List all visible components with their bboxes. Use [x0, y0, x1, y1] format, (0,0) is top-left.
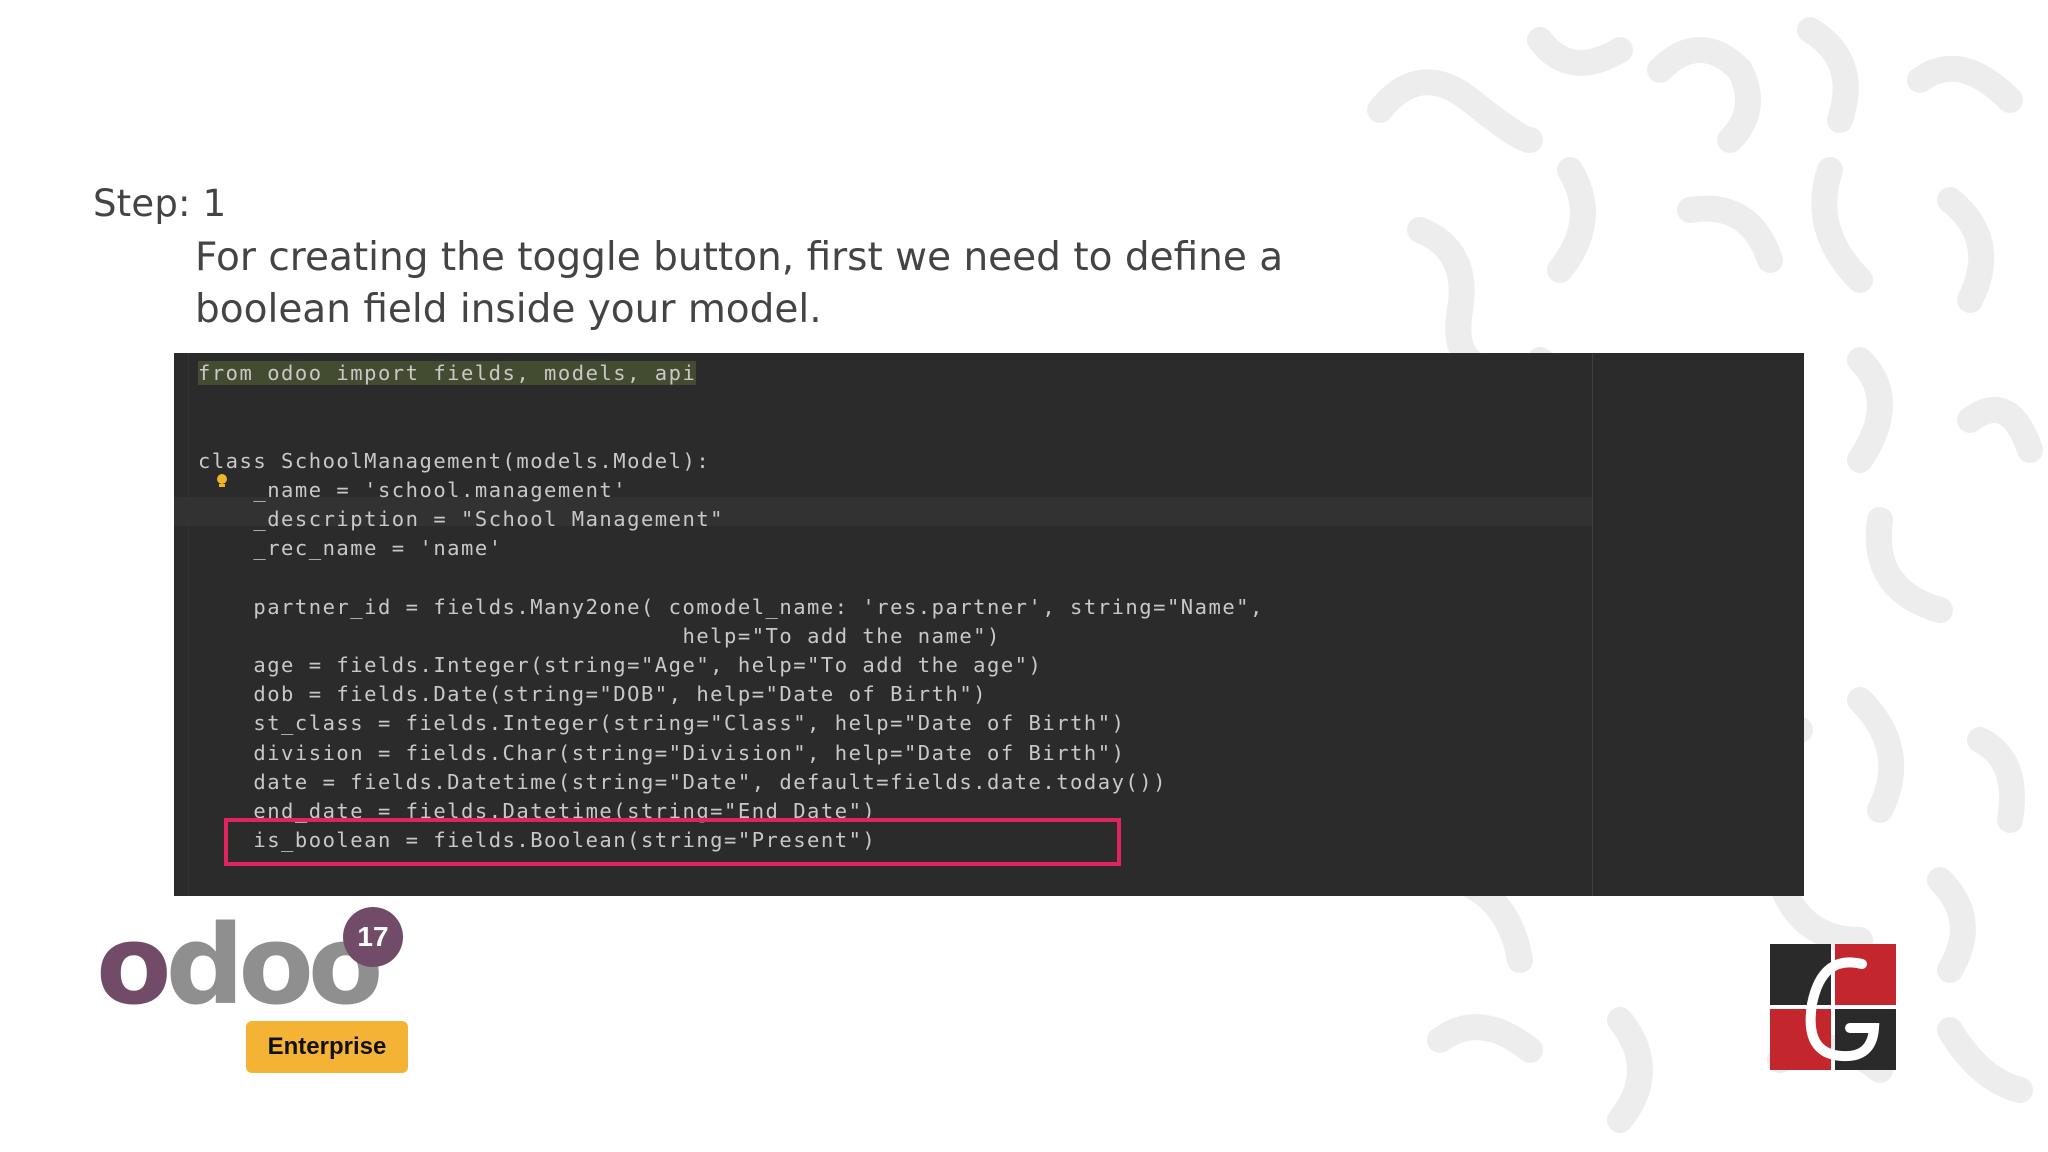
- code-line-division: division = fields.Char(string="Division"…: [253, 740, 1126, 765]
- step-description: For creating the toggle button, first we…: [195, 235, 1284, 332]
- editor-split-divider: [1592, 353, 1593, 896]
- company-logo: [1770, 944, 1896, 1070]
- code-line-name: _name = 'school.management': [253, 477, 628, 502]
- version-badge: 17: [343, 907, 403, 967]
- code-line-st-class: st_class = fields.Integer(string="Class"…: [253, 711, 1126, 736]
- code-editor-screenshot: from odoo import fields, models, api cla…: [174, 353, 1804, 896]
- code-block: from odoo import fields, models, api cla…: [198, 359, 1264, 855]
- code-line-date: date = fields.Datetime(string="Date", de…: [253, 769, 1167, 794]
- code-line-description: _description = "School Management": [253, 507, 725, 532]
- code-line-import: from odoo import fields, models, api: [198, 361, 697, 385]
- code-line-partner-id: partner_id = fields.Many2one( comodel_na…: [253, 594, 1264, 619]
- editor-gutter: [188, 353, 189, 896]
- odoo-logo: odoo 17 Enterprise: [96, 905, 416, 1075]
- odoo-wordmark: odoo: [96, 901, 383, 1029]
- step-title: Step: 1: [93, 182, 227, 225]
- code-line-dob: dob = fields.Date(string="DOB", help="Da…: [253, 682, 988, 707]
- is-boolean-highlight-box: [224, 818, 1121, 866]
- code-line-rec-name: _rec_name = 'name': [253, 536, 503, 561]
- enterprise-badge: Enterprise: [246, 1021, 408, 1073]
- code-line-age: age = fields.Integer(string="Age", help=…: [253, 653, 1043, 678]
- code-line-partner-help: help="To add the name"): [682, 623, 1001, 648]
- code-line-class: class SchoolManagement(models.Model):: [198, 448, 711, 473]
